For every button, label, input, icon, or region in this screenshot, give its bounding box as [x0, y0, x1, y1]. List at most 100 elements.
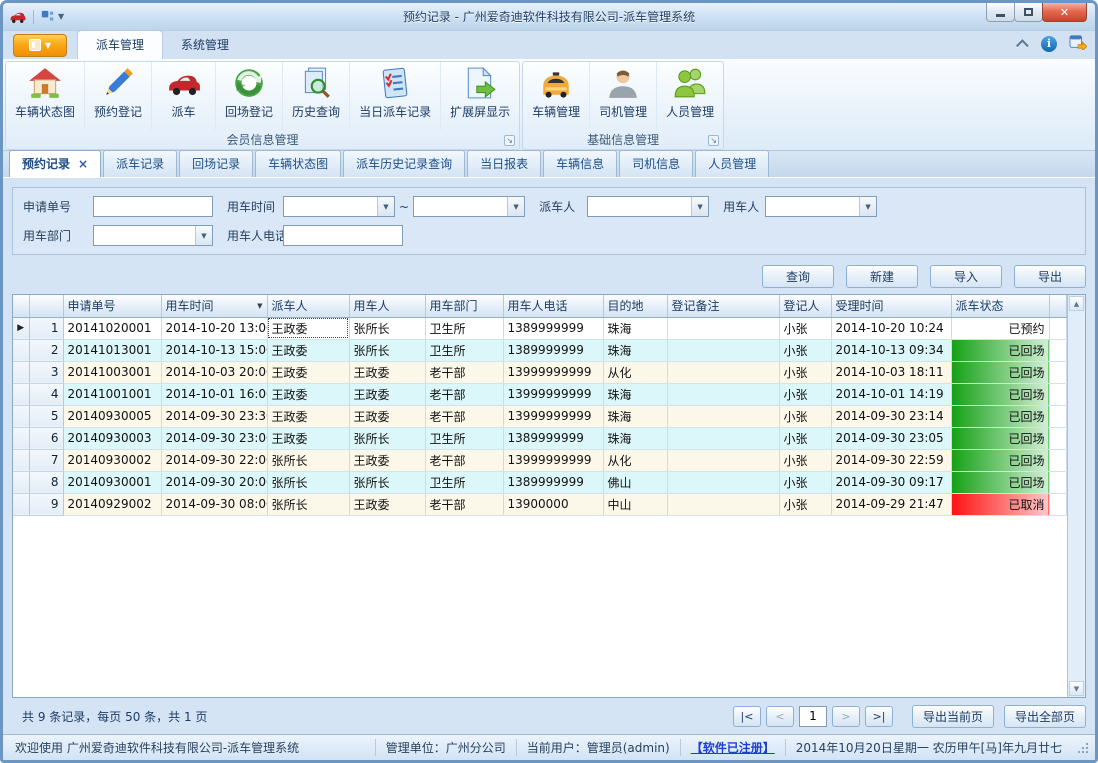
- chevron-down-icon[interactable]: ▼: [691, 197, 708, 216]
- use-time-to-combo[interactable]: ▼: [413, 196, 525, 217]
- cell-phone[interactable]: 13999999999: [503, 405, 603, 427]
- collapse-ribbon-icon[interactable]: [1016, 39, 1029, 52]
- cell-phone[interactable]: 1389999999: [503, 339, 603, 361]
- cell-registrar[interactable]: 小张: [779, 361, 831, 383]
- column-header[interactable]: 用车人电话: [503, 295, 603, 317]
- cell-phone[interactable]: 13999999999: [503, 383, 603, 405]
- column-header[interactable]: 用车人: [349, 295, 425, 317]
- cell-phone[interactable]: 13999999999: [503, 449, 603, 471]
- cell-user[interactable]: 张所长: [349, 339, 425, 361]
- cell-user[interactable]: 王政委: [349, 449, 425, 471]
- cell-phone[interactable]: 13999999999: [503, 361, 603, 383]
- scroll-up-icon[interactable]: ▲: [1069, 296, 1084, 311]
- new-button[interactable]: 新建: [846, 265, 918, 288]
- cell-dispatcher[interactable]: 王政委: [267, 427, 349, 449]
- tab-personnel-manage[interactable]: 人员管理: [695, 150, 769, 177]
- cell-dispatcher[interactable]: 王政委: [267, 317, 349, 339]
- cell-status[interactable]: 已回场: [951, 427, 1049, 449]
- cell-dispatcher[interactable]: 张所长: [267, 471, 349, 493]
- help-window-icon[interactable]: [1069, 34, 1087, 53]
- cell-dispatcher[interactable]: 张所长: [267, 493, 349, 515]
- cell-phone[interactable]: 1389999999: [503, 471, 603, 493]
- cell-dest[interactable]: 珠海: [603, 405, 667, 427]
- user-combo[interactable]: ▼: [765, 196, 877, 217]
- cell-status[interactable]: 已预约: [951, 317, 1049, 339]
- scroll-down-icon[interactable]: ▼: [1069, 681, 1084, 696]
- cell-use-time[interactable]: 2014-09-30 20:00: [161, 471, 267, 493]
- import-button[interactable]: 导入: [930, 265, 1002, 288]
- cell-order-no[interactable]: 20140929002: [63, 493, 161, 515]
- cell-use-time[interactable]: 2014-10-20 13:00: [161, 317, 267, 339]
- cell-status[interactable]: 已回场: [951, 383, 1049, 405]
- export-all-pages-button[interactable]: 导出全部页: [1004, 705, 1086, 728]
- chevron-down-icon[interactable]: ▼: [195, 226, 212, 245]
- cell-dest[interactable]: 珠海: [603, 317, 667, 339]
- vehicle-status-map-button[interactable]: 车辆状态图: [6, 62, 85, 130]
- cell-accept-time[interactable]: 2014-10-01 14:19: [831, 383, 951, 405]
- chevron-down-icon[interactable]: ▼: [859, 197, 876, 216]
- cell-use-time[interactable]: 2014-09-30 22:00: [161, 449, 267, 471]
- user-phone-input[interactable]: [283, 225, 403, 246]
- cell-registrar[interactable]: 小张: [779, 493, 831, 515]
- cell-accept-time[interactable]: 2014-09-30 23:14: [831, 405, 951, 427]
- tab-dispatch-history-query[interactable]: 派车历史记录查询: [343, 150, 465, 177]
- qat-dropdown-caret[interactable]: ▼: [58, 12, 64, 21]
- cell-registrar[interactable]: 小张: [779, 471, 831, 493]
- last-page-button[interactable]: >|: [865, 706, 893, 727]
- cell-phone[interactable]: 13900000: [503, 493, 603, 515]
- maximize-button[interactable]: [1014, 3, 1043, 22]
- cell-status[interactable]: 已回场: [951, 449, 1049, 471]
- reservation-register-button[interactable]: 预约登记: [85, 62, 152, 130]
- cell-dept[interactable]: 老干部: [425, 361, 503, 383]
- cell-use-time[interactable]: 2014-10-01 16:00: [161, 383, 267, 405]
- resize-grip[interactable]: [1076, 741, 1089, 754]
- chevron-down-icon[interactable]: ▼: [507, 197, 524, 216]
- cell-use-time[interactable]: 2014-09-30 23:00: [161, 427, 267, 449]
- cell-status[interactable]: 已回场: [951, 361, 1049, 383]
- cell-dest[interactable]: 珠海: [603, 427, 667, 449]
- table-row[interactable]: ▶1201410200012014-10-20 13:00王政委张所长卫生所13…: [13, 317, 1067, 339]
- vertical-scrollbar[interactable]: ▲ ▼: [1067, 295, 1085, 697]
- cell-remark[interactable]: [667, 449, 779, 471]
- export-button[interactable]: 导出: [1014, 265, 1086, 288]
- dept-combo[interactable]: ▼: [93, 225, 213, 246]
- table-row[interactable]: 9201409290022014-09-30 08:00张所长王政委老干部139…: [13, 493, 1067, 515]
- cell-accept-time[interactable]: 2014-10-20 10:24: [831, 317, 951, 339]
- cell-registrar[interactable]: 小张: [779, 339, 831, 361]
- cell-registrar[interactable]: 小张: [779, 427, 831, 449]
- cell-order-no[interactable]: 20140930005: [63, 405, 161, 427]
- cell-phone[interactable]: 1389999999: [503, 427, 603, 449]
- cell-user[interactable]: 王政委: [349, 405, 425, 427]
- cell-dest[interactable]: 中山: [603, 493, 667, 515]
- vehicle-manage-button[interactable]: 车辆管理: [523, 62, 590, 130]
- cell-dept[interactable]: 卫生所: [425, 317, 503, 339]
- cell-dept[interactable]: 卫生所: [425, 339, 503, 361]
- today-dispatch-records-button[interactable]: 当日派车记录: [350, 62, 441, 130]
- cell-order-no[interactable]: 20140930001: [63, 471, 161, 493]
- minimize-button[interactable]: [986, 3, 1015, 22]
- cell-status[interactable]: 已回场: [951, 471, 1049, 493]
- dialog-launcher-icon[interactable]: ↘: [504, 135, 515, 146]
- table-row[interactable]: 5201409300052014-09-30 23:30王政委王政委老干部139…: [13, 405, 1067, 427]
- cell-order-no[interactable]: 20141013001: [63, 339, 161, 361]
- cell-order-no[interactable]: 20141020001: [63, 317, 161, 339]
- cell-remark[interactable]: [667, 405, 779, 427]
- cell-remark[interactable]: [667, 317, 779, 339]
- table-row[interactable]: 6201409300032014-09-30 23:00王政委张所长卫生所138…: [13, 427, 1067, 449]
- cell-order-no[interactable]: 20140930003: [63, 427, 161, 449]
- page-number-input[interactable]: [799, 706, 827, 727]
- cell-accept-time[interactable]: 2014-09-30 23:05: [831, 427, 951, 449]
- cell-registrar[interactable]: 小张: [779, 383, 831, 405]
- cell-dest[interactable]: 珠海: [603, 339, 667, 361]
- cell-accept-time[interactable]: 2014-09-30 09:17: [831, 471, 951, 493]
- cell-registrar[interactable]: 小张: [779, 449, 831, 471]
- tab-vehicle-info[interactable]: 车辆信息: [543, 150, 617, 177]
- cell-status[interactable]: 已回场: [951, 405, 1049, 427]
- cell-dept[interactable]: 老干部: [425, 449, 503, 471]
- cell-dispatcher[interactable]: 王政委: [267, 361, 349, 383]
- cell-dept[interactable]: 卫生所: [425, 471, 503, 493]
- dialog-launcher-icon[interactable]: ↘: [708, 135, 719, 146]
- personnel-manage-button[interactable]: 人员管理: [657, 62, 723, 130]
- cell-remark[interactable]: [667, 493, 779, 515]
- cell-remark[interactable]: [667, 383, 779, 405]
